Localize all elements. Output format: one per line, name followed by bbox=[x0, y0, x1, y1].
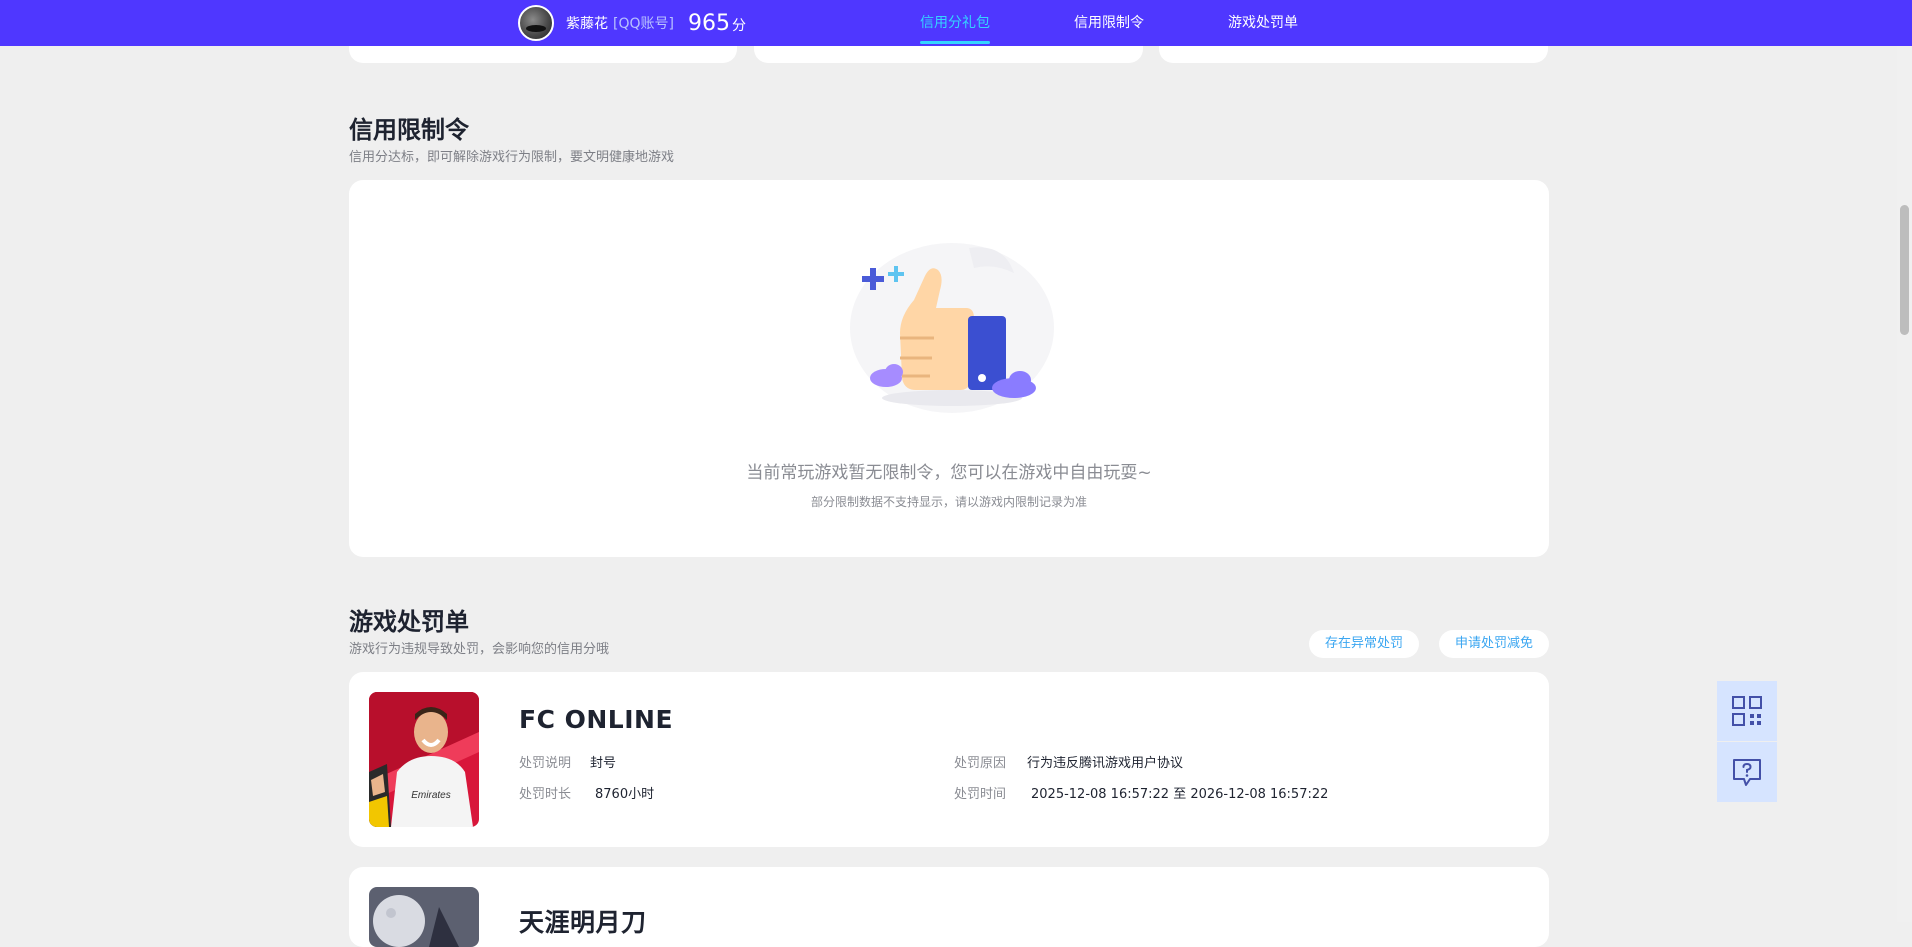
penalty-reason-value: 行为违反腾讯游戏用户协议 bbox=[1027, 756, 1184, 771]
help-button[interactable] bbox=[1717, 742, 1777, 802]
credit-score: 965 bbox=[687, 10, 730, 36]
top-nav-bar: 紫藤花 [QQ账号] 965 分 信用分礼包 信用限制令 游戏处罚单 bbox=[0, 0, 1912, 46]
restriction-empty-note: 部分限制数据不支持显示，请以游戏内限制记录为准 bbox=[810, 495, 1087, 509]
user-avatar[interactable] bbox=[518, 5, 554, 41]
credit-score-unit: 分 bbox=[731, 18, 746, 34]
user-name: 紫藤花 bbox=[566, 16, 608, 32]
penalty-card: Emirates FC ONLINE 处罚说明 封号 处罚时长 8760小时 处… bbox=[349, 672, 1549, 847]
qr-code-button[interactable] bbox=[1717, 681, 1777, 741]
tab-credit-restriction[interactable]: 信用限制令 bbox=[1074, 0, 1144, 46]
thumbs-up-illustration bbox=[850, 243, 1054, 413]
restriction-title: 信用限制令 bbox=[349, 116, 469, 144]
penalty-reason-label: 处罚原因 bbox=[954, 756, 1007, 771]
restriction-subtitle: 信用分达标，即可解除游戏行为限制，要文明健康地游戏 bbox=[349, 150, 675, 165]
penalty-desc-value: 封号 bbox=[590, 756, 617, 771]
penalty-game-name-2: 天涯明月刀 bbox=[519, 908, 647, 937]
appeal-penalty-button[interactable]: 申请处罚减免 bbox=[1439, 630, 1549, 658]
tab-game-penalty[interactable]: 游戏处罚单 bbox=[1228, 0, 1298, 46]
penalty-time-label: 处罚时间 bbox=[954, 787, 1007, 802]
abnormal-penalty-button[interactable]: 存在异常处罚 bbox=[1309, 630, 1419, 658]
game-logo-tianya bbox=[369, 887, 479, 947]
help-message-icon bbox=[1733, 759, 1761, 786]
scrollbar-track[interactable] bbox=[1897, 0, 1912, 922]
penalty-game-name: FC ONLINE bbox=[519, 705, 674, 734]
penalty-time-value: 2025-12-08 16:57:22 至 2026-12-08 16:57:2… bbox=[1031, 787, 1329, 802]
user-info: 紫藤花 [QQ账号] 965 分 bbox=[518, 4, 746, 42]
account-type: [QQ账号] bbox=[613, 16, 674, 32]
restriction-empty-message: 当前常玩游戏暂无限制令，您可以在游戏中自由玩耍~ bbox=[746, 463, 1152, 483]
penalty-subtitle: 游戏行为违规导致处罚，会影响您的信用分哦 bbox=[349, 642, 610, 657]
game-logo-fc-online: Emirates bbox=[369, 692, 479, 827]
svg-text:Emirates: Emirates bbox=[411, 790, 450, 801]
tab-credit-gift[interactable]: 信用分礼包 bbox=[920, 0, 990, 46]
penalty-duration-value: 8760小时 bbox=[595, 787, 655, 802]
scrollbar-thumb[interactable] bbox=[1900, 205, 1909, 335]
penalty-desc-label: 处罚说明 bbox=[519, 756, 572, 771]
penalty-title: 游戏处罚单 bbox=[349, 608, 469, 636]
qr-code-icon bbox=[1732, 696, 1762, 726]
restriction-card: 当前常玩游戏暂无限制令，您可以在游戏中自由玩耍~ 部分限制数据不支持显示，请以游… bbox=[349, 180, 1549, 557]
penalty-card-2: 天涯明月刀 bbox=[349, 867, 1549, 947]
penalty-duration-label: 处罚时长 bbox=[519, 787, 572, 802]
